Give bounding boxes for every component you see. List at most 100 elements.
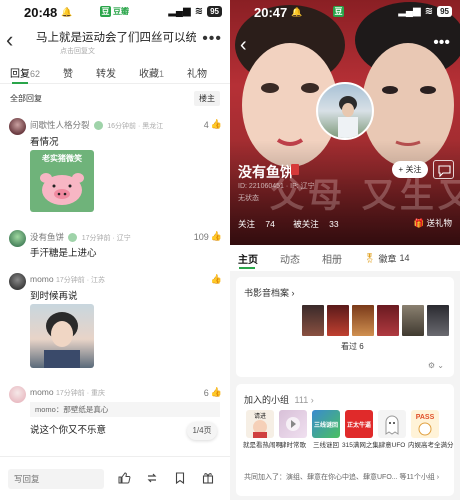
pig-sticker-icon: [40, 173, 84, 205]
comment-time: 16分钟前 · 黑龙江: [107, 123, 164, 130]
medal-icon: 🎖: [364, 252, 376, 263]
quoted-reply[interactable]: momo：那壁纸是真心: [30, 402, 220, 417]
op-only-button[interactable]: 楼主: [194, 91, 220, 106]
active-tab-indicator: [239, 267, 255, 269]
avatar[interactable]: [9, 230, 26, 247]
group-tile[interactable]: 三线谜回: [312, 410, 340, 438]
topic-title[interactable]: 马上就是运动会了们四丝可以统一💁了吗: [36, 29, 196, 45]
like-icon[interactable]: [117, 471, 131, 485]
tab-gifts[interactable]: 礼物: [187, 65, 207, 80]
cartoon-icon: [418, 422, 432, 436]
avatar[interactable]: [9, 273, 26, 290]
reply-filter: 全部回复 楼主: [0, 84, 230, 112]
group-tile[interactable]: 请进: [246, 410, 274, 438]
status-bar: 20:47 🔔 豆 ▂▄▆ ≋ 95: [230, 0, 460, 24]
poster-thumbnail[interactable]: [302, 305, 324, 336]
comment-item: momo 17分钟前 · 江苏 👍 到时候再说: [0, 273, 230, 373]
like-button[interactable]: 4 👍: [204, 119, 222, 130]
tab-collects[interactable]: 收藏1: [139, 65, 164, 80]
like-button[interactable]: 109 👍: [194, 231, 222, 242]
groups-title[interactable]: 加入的小组: [244, 395, 289, 405]
status-time: 20:48: [24, 4, 58, 20]
poster-thumbnail[interactable]: [427, 305, 449, 336]
follow-button[interactable]: + 关注: [392, 161, 428, 178]
profile-status[interactable]: 无状态: [238, 193, 259, 203]
status-bar: 20:48 🔔 豆 豆瓣 ▂▄▆ ≋ 95: [0, 0, 230, 24]
topic-header: ‹ 马上就是运动会了们四丝可以统一💁了吗 点击回复文 •••: [0, 24, 230, 62]
group-name[interactable]: 就是看热闹啊: [243, 442, 282, 450]
signal-icon: ▂▄▆: [398, 6, 421, 17]
page-indicator[interactable]: 1/4页: [187, 422, 217, 440]
user-badge-icon[interactable]: [291, 164, 299, 175]
reply-input[interactable]: [8, 469, 104, 489]
common-groups[interactable]: 共同加入了：演组、肆意在你心中追、肆意UFO... 等11个小组 ›: [244, 472, 439, 482]
group-name[interactable]: 肆意UFO: [375, 442, 409, 450]
comment-text: 手汗糖是上进心: [30, 248, 97, 259]
comment-username[interactable]: momo: [30, 387, 54, 397]
avatar[interactable]: [9, 386, 26, 403]
tab-activity[interactable]: 动态: [280, 251, 300, 266]
chat-bubble-icon: [438, 165, 451, 178]
app-indicator: 豆: [333, 6, 346, 17]
sticker-image[interactable]: 老实猪微笑: [30, 150, 94, 212]
group-name[interactable]: 315满网之集: [342, 442, 379, 450]
comment-username[interactable]: 没有鱼饼: [30, 232, 64, 242]
groups-card: 加入的小组 111 › 请进 三线谜回 正太牛逼 PASS 就是看热闹啊 肆时常…: [236, 384, 454, 496]
like-button[interactable]: 6 👍: [204, 387, 222, 398]
poster-thumbnail[interactable]: [352, 305, 374, 336]
avatar-photo-icon: [338, 96, 358, 138]
bookmark-icon[interactable]: [173, 471, 187, 485]
back-arrow-icon[interactable]: ‹: [240, 34, 247, 57]
back-arrow-icon[interactable]: ‹: [6, 29, 13, 51]
following-count[interactable]: 关注 74: [238, 219, 283, 229]
cover-overlay-text: 父母 又生又: [270, 176, 460, 216]
followers-count[interactable]: 被关注 33: [293, 219, 346, 229]
send-gift-button[interactable]: 🎁 送礼物: [414, 217, 452, 229]
group-name[interactable]: 三线谜回: [309, 442, 343, 450]
avatar[interactable]: [9, 118, 26, 135]
comment-username[interactable]: 间歇性人格分裂: [30, 120, 90, 130]
like-button[interactable]: 👍: [211, 274, 222, 285]
interaction-tabs: 回复62 赞 转发 收藏1 礼物: [0, 62, 230, 84]
tab-replies[interactable]: 回复62: [10, 65, 40, 80]
bell-icon: 🔔: [61, 6, 73, 17]
poster-thumbnail[interactable]: [327, 305, 349, 336]
card-options-icon[interactable]: ⚙ ⌄: [428, 361, 444, 370]
seen-count[interactable]: 看过 6: [341, 341, 364, 352]
archive-title[interactable]: 书影音档案 ›: [244, 286, 295, 299]
group-tile[interactable]: [279, 410, 307, 438]
wifi-icon: ≋: [194, 6, 204, 17]
more-options-icon[interactable]: •••: [202, 30, 222, 48]
comment-username[interactable]: momo: [30, 274, 54, 284]
tab-badges[interactable]: 🎖 徽章 14: [364, 252, 409, 265]
group-tile[interactable]: PASS: [411, 410, 439, 438]
all-replies-label[interactable]: 全部回复: [10, 93, 42, 104]
tab-reposts[interactable]: 转发: [96, 65, 116, 80]
comment-photo[interactable]: [30, 304, 94, 368]
group-tile[interactable]: 正太牛逼: [345, 410, 373, 438]
tab-home[interactable]: 主页: [238, 251, 258, 266]
group-tile[interactable]: [378, 410, 406, 438]
profile-id: ID: 221060451 · IP: 辽宁: [238, 183, 315, 190]
play-icon: [286, 417, 300, 431]
gift-icon[interactable]: [201, 471, 215, 485]
comments-pane: 20:48 🔔 豆 豆瓣 ▂▄▆ ≋ 95 ‹ 马上就是运动会了们四丝可以统一💁…: [0, 0, 230, 500]
group-name[interactable]: 肆时常歌: [276, 442, 310, 450]
battery-indicator: 95: [437, 6, 452, 17]
follow-stats: 关注 74 被关注 33: [238, 218, 355, 230]
comment-time: 17分钟前 · 重庆: [56, 390, 106, 397]
groups-count[interactable]: 111 ›: [295, 395, 314, 405]
group-name[interactable]: 内娱高考全满分: [408, 442, 454, 450]
gift-icon: 🎁: [413, 218, 425, 228]
profile-username: 没有鱼饼: [238, 164, 294, 180]
more-options-icon[interactable]: •••: [433, 34, 450, 52]
media-archive-card[interactable]: 书影音档案 › 看过 6 ⚙ ⌄: [236, 277, 454, 377]
profile-avatar[interactable]: [316, 82, 374, 140]
poster-thumbnail[interactable]: [377, 305, 399, 336]
repost-icon[interactable]: [145, 471, 159, 485]
tab-album[interactable]: 相册: [322, 251, 342, 266]
message-button[interactable]: [433, 160, 454, 179]
status-time: 20:47: [254, 4, 288, 20]
tab-likes[interactable]: 赞: [63, 65, 73, 80]
poster-thumbnail[interactable]: [402, 305, 424, 336]
